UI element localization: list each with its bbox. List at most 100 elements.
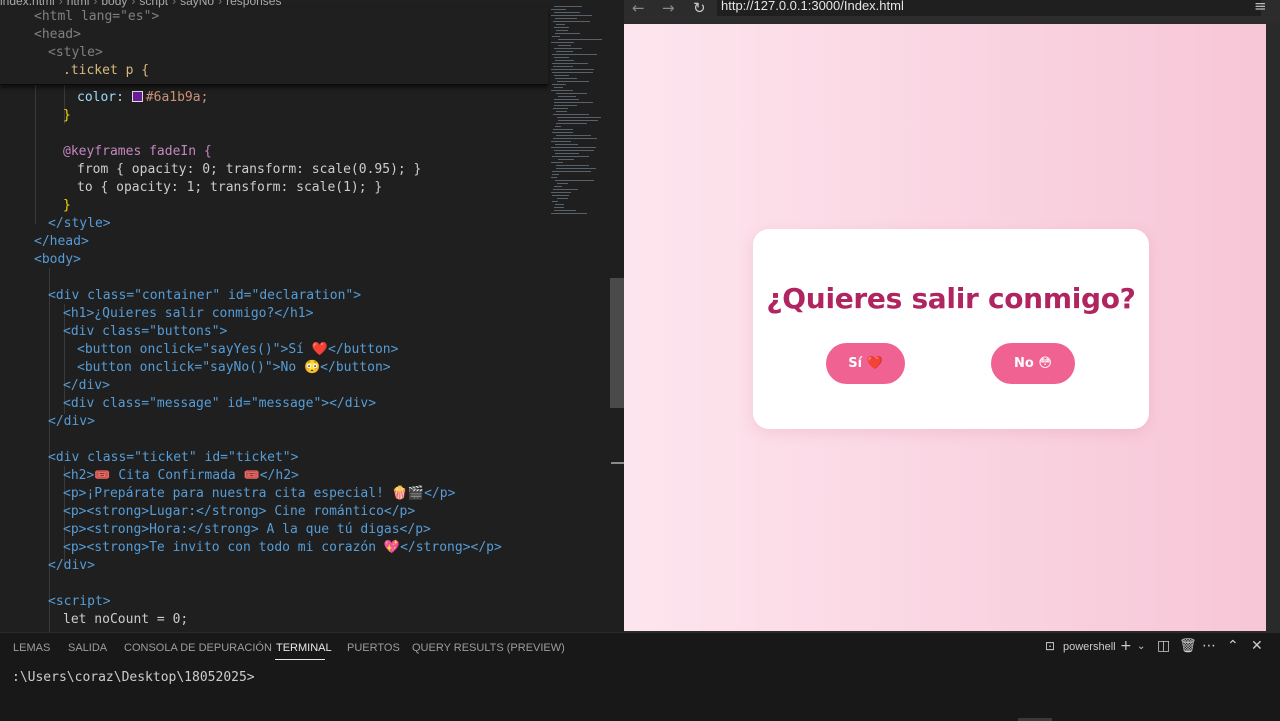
code-editor[interactable]: index.html › html › body › script › sayNo › respon…	[0, 0, 624, 632]
code-line: </div>	[48, 413, 95, 431]
minimap-line	[553, 108, 568, 109]
minimap-line	[552, 195, 569, 196]
code-line: from { opacity: 0; transform: scale(0.95…	[77, 161, 421, 179]
breadcrumb-file[interactable]: index.html	[0, 0, 55, 8]
minimap-line	[551, 141, 571, 142]
bottom-panel: LEMAS SALIDA CONSOLA DE DEPURACIÓN TERMI…	[0, 632, 1280, 721]
reload-icon[interactable]: ↻	[693, 0, 706, 17]
breadcrumb-sayno[interactable]: sayNo	[180, 0, 214, 8]
editor-scrollbar[interactable]	[610, 278, 624, 408]
minimap-line	[554, 105, 577, 106]
terminal-prompt[interactable]: :\Users\coraz\Desktop\18052025>	[12, 670, 255, 685]
code-token: <html lang="es">	[34, 9, 160, 24]
code-token: }	[63, 198, 71, 213]
minimap-line	[553, 129, 573, 130]
minimap-line	[555, 204, 564, 205]
minimap-line	[552, 174, 559, 175]
trash-icon[interactable]: 🗑	[1179, 638, 1197, 654]
minimap-line	[557, 198, 568, 199]
breadcrumb-script[interactable]: script	[139, 0, 168, 8]
color-swatch[interactable]	[131, 91, 143, 102]
sticky-scroll-header[interactable]: <html lang="es"> <head> <style> .ticket …	[0, 8, 548, 85]
shell-selector[interactable]: powershell	[1063, 641, 1116, 653]
tab-problems[interactable]: LEMAS	[13, 642, 50, 654]
scrollbar-marker	[611, 462, 624, 464]
minimap-line	[555, 144, 578, 145]
code-token: from { opacity: 0; transform: scale(0.95…	[77, 162, 422, 177]
code-line: <h2>🎟️ Cita Confirmada 🎟️</h2>	[63, 467, 299, 485]
more-icon[interactable]: ⋯	[1202, 638, 1216, 654]
minimap-line	[557, 183, 568, 184]
minimap-line	[551, 192, 571, 193]
minimap-line	[556, 165, 589, 166]
chevron-up-icon[interactable]: ⌃	[1227, 638, 1239, 654]
minimap-line	[552, 36, 560, 37]
code-token: <div class="buttons">	[63, 324, 228, 339]
close-icon[interactable]: ✕	[1251, 638, 1263, 654]
code-line: <style>	[48, 44, 103, 62]
code-token: <script>	[48, 594, 111, 609]
minimap-line	[551, 90, 573, 91]
yes-button[interactable]: Sí ❤️	[826, 343, 905, 384]
back-arrow-icon[interactable]: ←	[632, 0, 645, 17]
plus-icon[interactable]: +	[1120, 638, 1132, 654]
breadcrumb-body[interactable]: body	[101, 0, 127, 8]
breadcrumb: index.html › html › body › script › sayNo › respon…	[0, 0, 548, 8]
minimap-line	[553, 189, 578, 190]
code-line: <h1>¿Quieres salir conmigo?</h1>	[63, 305, 313, 323]
minimap-line	[556, 93, 587, 94]
code-token: }	[63, 108, 71, 123]
code-line: <script>	[48, 593, 111, 611]
breadcrumb-html[interactable]: html	[67, 0, 90, 8]
tab-terminal[interactable]: TERMINAL	[276, 642, 332, 654]
minimap-line	[552, 84, 566, 85]
tab-debug-console[interactable]: CONSOLA DE DEPURACIÓN	[124, 642, 272, 654]
minimap-line	[552, 132, 573, 133]
code-token: </div>	[48, 558, 95, 573]
menu-icon[interactable]: ≡	[1254, 0, 1267, 15]
minimap-line	[553, 66, 573, 67]
code-line: <p>¡Prepárate para nuestra cita especial…	[63, 485, 455, 503]
minimap-line	[551, 177, 557, 178]
code-token: <button onclick="sayYes()">Sí ❤️</button…	[77, 342, 399, 357]
minimap[interactable]	[551, 6, 611, 218]
minimap-line	[553, 21, 590, 22]
minimap-line	[551, 9, 566, 10]
indent-guide	[35, 84, 36, 224]
minimap-line	[554, 27, 569, 28]
code-line: @keyframes fadeIn {	[63, 143, 212, 161]
minimap-line	[557, 117, 601, 118]
code-line: color: #6a1b9a;	[77, 89, 208, 107]
tab-output[interactable]: SALIDA	[68, 642, 107, 654]
minimap-line	[558, 120, 598, 121]
code-token: <p><strong>Hora:</strong> A la que tú di…	[63, 522, 431, 537]
minimap-line	[552, 171, 591, 172]
code-token: .ticket p {	[63, 63, 150, 78]
minimap-line	[555, 78, 577, 79]
minimap-line	[551, 162, 563, 163]
split-icon[interactable]: ◫	[1157, 638, 1170, 654]
forward-arrow-icon[interactable]: →	[662, 0, 675, 17]
page-title: ¿Quieres salir conmigo?	[766, 282, 1136, 315]
chevron-right-icon: ›	[58, 0, 63, 8]
minimap-line	[551, 15, 592, 16]
browser-scrollbar[interactable]	[1266, 24, 1280, 631]
code-line: .ticket p {	[63, 62, 149, 80]
address-bar[interactable]: http://127.0.0.1:3000/Index.html	[717, 0, 1261, 16]
code-token: to { opacity: 1; transform: scale(1); }	[77, 180, 383, 195]
code-token: </div>	[63, 378, 110, 393]
minimap-line	[558, 159, 574, 160]
code-line: </div>	[63, 377, 110, 395]
no-button[interactable]: No 😳	[991, 343, 1075, 384]
code-token: <div class="ticket" id="ticket">	[48, 450, 299, 465]
code-line: </div>	[48, 557, 95, 575]
chevron-down-icon[interactable]: ⌄	[1137, 641, 1145, 652]
tab-query-results[interactable]: QUERY RESULTS (PREVIEW)	[412, 642, 565, 654]
active-tab-indicator	[275, 659, 325, 660]
code-token: #6a1b9a;	[145, 90, 209, 105]
breadcrumb-responses[interactable]: responses	[226, 0, 281, 8]
minimap-line	[551, 69, 594, 70]
minimap-line	[554, 207, 564, 208]
tab-ports[interactable]: PUERTOS	[347, 642, 400, 654]
minimap-line	[554, 48, 582, 49]
